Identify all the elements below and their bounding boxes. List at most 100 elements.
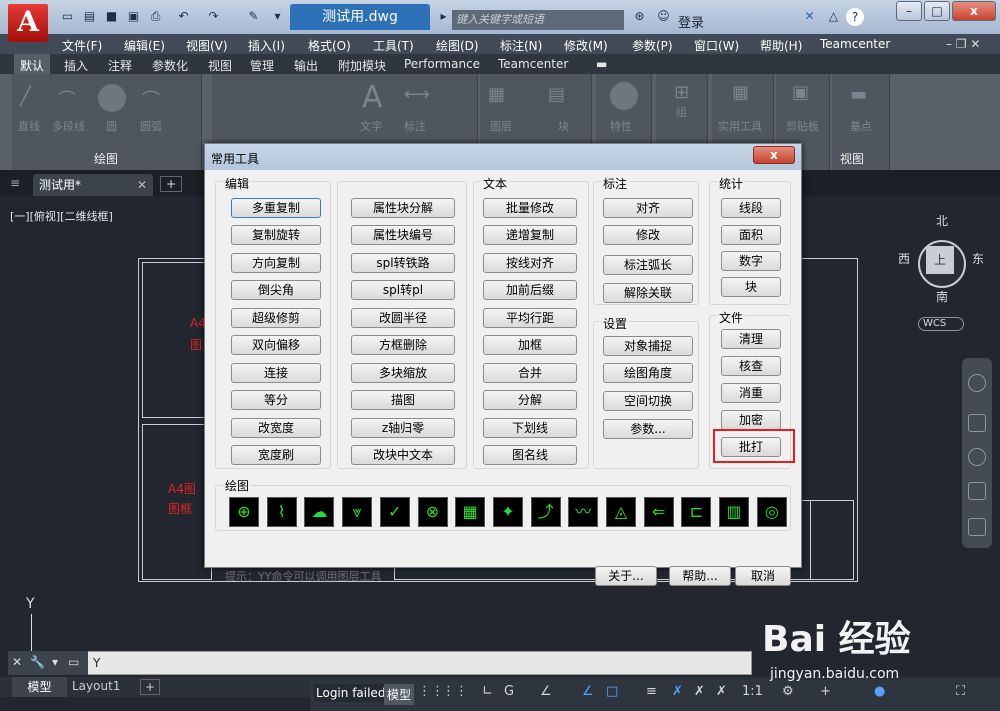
box-delete-button[interactable]: 方框删除 — [351, 335, 455, 355]
balloon-icon[interactable]: ⊗ — [417, 497, 448, 527]
group-icon[interactable]: ⊞ — [674, 82, 689, 103]
arc-icon[interactable]: ⌒ — [142, 86, 160, 112]
app-logo-button[interactable]: A — [8, 4, 48, 42]
ribbon-tab-performance[interactable]: Performance — [404, 57, 480, 71]
orbit-icon[interactable] — [968, 482, 986, 500]
polar-icon[interactable]: G — [504, 684, 514, 699]
start-tab-icon[interactable]: ≡ — [10, 176, 20, 190]
weld-icon[interactable]: ⩔ — [342, 497, 373, 527]
help-icon[interactable]: ? — [846, 8, 864, 26]
tool-block-label[interactable]: 块 — [558, 118, 569, 134]
tool-properties-label[interactable]: 特性 — [610, 118, 632, 134]
model-space-button[interactable]: 模型 — [384, 684, 415, 705]
increment-copy-button[interactable]: 递增复制 — [483, 225, 577, 245]
width-brush-button[interactable]: 宽度刷 — [231, 445, 321, 465]
open-file-icon[interactable]: ▤ — [82, 9, 97, 24]
viewport-label[interactable]: [一][俯视][二维线框] — [10, 208, 113, 224]
search-input[interactable]: 键入关键字或短语 — [452, 10, 624, 30]
steering-wheel-icon[interactable] — [968, 374, 986, 392]
tool-base-label[interactable]: 基点 — [850, 118, 872, 134]
pan-icon[interactable] — [968, 414, 986, 432]
menu-modify[interactable]: 修改(M) — [564, 37, 608, 54]
tool-text-label[interactable]: 文字 — [360, 118, 382, 134]
explode-button[interactable]: 分解 — [483, 390, 577, 410]
document-window-controls[interactable]: – ❐ ✕ — [946, 37, 980, 51]
close-command-icon[interactable]: ✕ — [12, 655, 22, 669]
redo-icon[interactable]: ↷ — [206, 9, 221, 24]
wcs-dropdown[interactable]: WCS — [918, 317, 964, 331]
menu-file[interactable]: 文件(F) — [62, 37, 102, 54]
average-spacing-button[interactable]: 平均行距 — [483, 308, 577, 328]
change-width-button[interactable]: 改宽度 — [231, 418, 321, 438]
attribute-block-number-button[interactable]: 属性块编号 — [351, 225, 455, 245]
close-tab-icon[interactable]: ✕ — [137, 174, 147, 196]
print-icon[interactable]: ⎙ — [148, 9, 163, 24]
z-axis-zero-button[interactable]: z轴归零 — [351, 418, 455, 438]
menu-insert[interactable]: 插入(I) — [248, 37, 285, 54]
clipboard-icon[interactable]: ▣ — [792, 82, 809, 103]
annotation-visibility-icon[interactable]: ✗ — [672, 684, 683, 699]
command-prompt-icon[interactable]: ▭ — [68, 655, 79, 669]
tool-dimension-label[interactable]: 标注 — [404, 118, 426, 134]
about-button[interactable]: 关于... — [595, 566, 657, 586]
tool-group-label[interactable]: 组 — [676, 104, 687, 120]
binoculars-icon[interactable]: ⊛ — [632, 9, 647, 24]
ortho-icon[interactable]: ∟ — [482, 684, 493, 699]
parameters-button[interactable]: 参数... — [603, 419, 693, 439]
multi-copy-button[interactable]: 多重复制 — [231, 198, 321, 218]
spl-to-pl-button[interactable]: spl转pl — [351, 280, 455, 300]
quick-access-dropdown-icon[interactable]: ▾ — [270, 9, 285, 24]
space-switch-button[interactable]: 空间切换 — [603, 391, 693, 411]
ribbon-tab-manage[interactable]: 管理 — [250, 57, 274, 74]
ribbon-tab-view[interactable]: 视图 — [208, 57, 232, 74]
undo-icon[interactable]: ↶ — [176, 9, 191, 24]
merge-button[interactable]: 合并 — [483, 363, 577, 383]
dimension-icon[interactable]: ⟷ — [404, 84, 430, 105]
autodesk-icon[interactable]: △ — [826, 9, 841, 24]
help-button[interactable]: 帮助... — [669, 566, 731, 586]
auto-scale-icon[interactable]: ✗ — [694, 684, 705, 699]
dim-disassociate-button[interactable]: 解除关联 — [603, 283, 693, 303]
wave-icon[interactable]: 〰 — [568, 497, 599, 527]
menu-window[interactable]: 窗口(W) — [694, 37, 739, 54]
ribbon-tab-parametric[interactable]: 参数化 — [152, 57, 188, 74]
maximize-button[interactable]: □ — [924, 1, 950, 21]
tool-circle-label[interactable]: 圆 — [106, 118, 117, 134]
showmotion-icon[interactable] — [968, 518, 986, 536]
add-icon[interactable]: + — [820, 684, 831, 699]
star-icon[interactable]: ✦ — [492, 497, 523, 527]
stat-block-button[interactable]: 块 — [721, 277, 781, 297]
circle-icon[interactable] — [98, 84, 126, 112]
dialog-title-bar[interactable]: 常用工具 x — [205, 144, 801, 170]
add-layout-button[interactable]: + — [140, 679, 161, 695]
table-icon[interactable]: ▦ — [455, 497, 486, 527]
copy-rotate-button[interactable]: 复制旋转 — [231, 225, 321, 245]
trace-button[interactable]: 描图 — [351, 390, 455, 410]
recent-commands-icon[interactable]: ▾ — [52, 655, 58, 669]
exchange-icon[interactable]: ✕ — [802, 9, 817, 24]
lineweight-icon[interactable]: ≡ — [646, 684, 657, 699]
settings-icon[interactable]: ⚙ — [782, 684, 794, 699]
command-input[interactable]: Y — [93, 656, 100, 670]
wrench-icon[interactable]: 🔧 — [30, 655, 45, 669]
arrow-icon[interactable]: ⇐ — [643, 497, 674, 527]
menu-view[interactable]: 视图(V) — [186, 37, 228, 54]
purge-button[interactable]: 清理 — [721, 329, 781, 349]
snap-icon[interactable]: ⋮⋮ — [442, 684, 468, 699]
ribbon-tab-insert[interactable]: 插入 — [64, 57, 88, 74]
viewcube-south[interactable]: 南 — [936, 288, 948, 305]
dim-align-button[interactable]: 对齐 — [603, 198, 693, 218]
spiral-icon[interactable]: ◎ — [756, 497, 787, 527]
menu-draw[interactable]: 绘图(D) — [436, 37, 479, 54]
menu-help[interactable]: 帮助(H) — [760, 37, 802, 54]
login-link[interactable]: 登录 — [678, 12, 704, 31]
menu-tools[interactable]: 工具(T) — [373, 37, 414, 54]
number-icon[interactable]: ▥ — [719, 497, 750, 527]
polyline-icon[interactable]: ⌒ — [58, 86, 76, 112]
add-frame-button[interactable]: 加框 — [483, 335, 577, 355]
align-to-line-button[interactable]: 按线对齐 — [483, 253, 577, 273]
view-group-label[interactable]: 视图 — [840, 150, 864, 167]
cloud-icon[interactable]: ☁ — [304, 497, 335, 527]
osnap-icon[interactable]: □ — [606, 684, 618, 699]
cancel-button[interactable]: 取消 — [735, 566, 791, 586]
